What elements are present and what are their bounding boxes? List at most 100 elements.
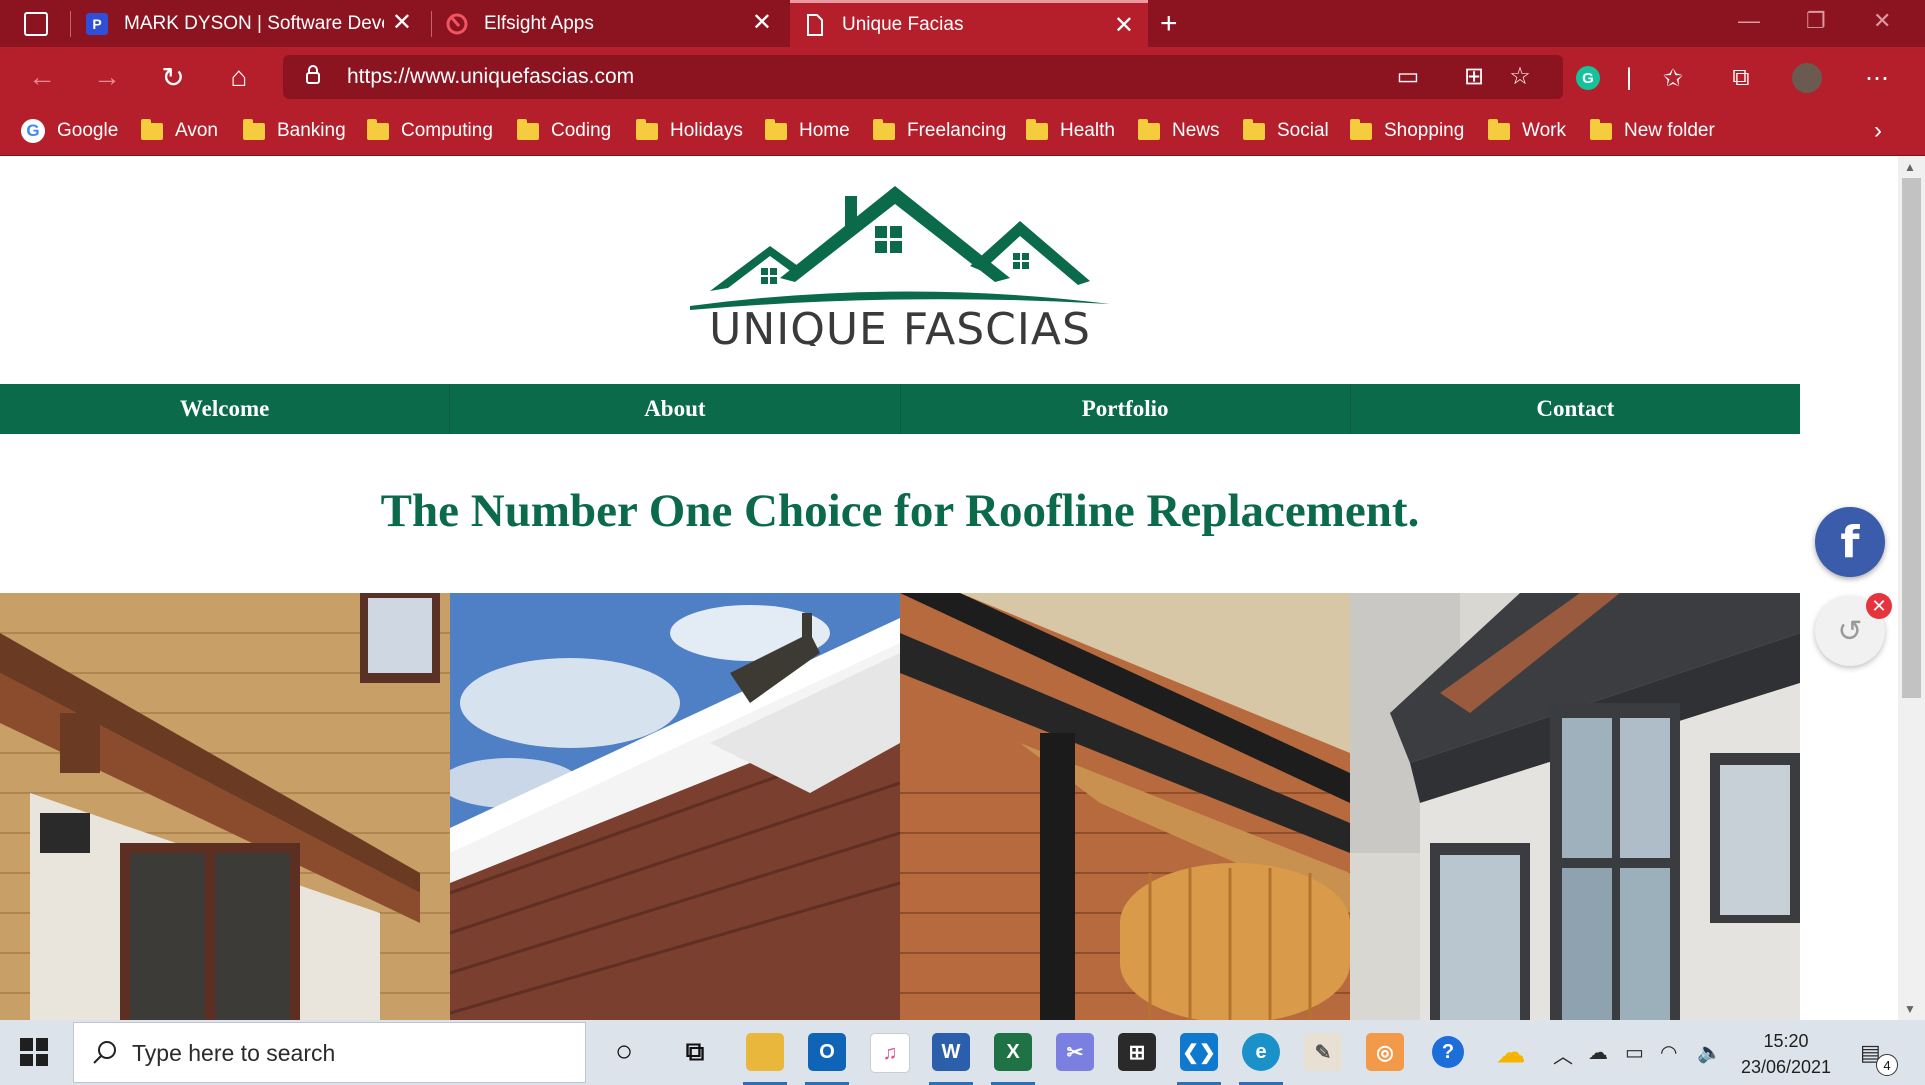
app-available-icon[interactable]: ▭ xyxy=(1393,61,1423,91)
bookmark-folder[interactable]: Home xyxy=(765,107,850,155)
nav-portfolio[interactable]: Portfolio xyxy=(901,384,1351,434)
taskbar-search[interactable]: Type here to search xyxy=(73,1022,586,1083)
photo-brown-fascia[interactable] xyxy=(0,593,450,1020)
help-icon[interactable]: ? xyxy=(1432,1036,1464,1068)
folder-icon xyxy=(1350,118,1372,140)
unique-fascias-logo[interactable]: UNIQUE FASCIAS xyxy=(690,186,1110,346)
folder-icon xyxy=(1026,118,1048,140)
minimize-icon[interactable]: — xyxy=(1738,8,1760,34)
folder-icon xyxy=(141,118,163,140)
bookmark-folder[interactable]: Health xyxy=(1026,107,1115,155)
back-icon[interactable]: ← xyxy=(25,60,59,94)
windows-taskbar: Type here to search ○ ⧉ O ♫ W X ✂ ⊞ ❮❯ e… xyxy=(0,1020,1925,1085)
scroll-thumb[interactable] xyxy=(1902,178,1921,698)
excel-icon[interactable]: X xyxy=(994,1033,1032,1071)
more-options-icon[interactable]: ⋯ xyxy=(1862,63,1892,93)
close-tab-icon[interactable]: ✕ xyxy=(1114,13,1134,39)
new-tab-button[interactable]: + xyxy=(1160,0,1196,47)
nav-about[interactable]: About xyxy=(450,384,901,434)
tab-mark-dyson[interactable]: P MARK DYSON | Software Develo ✕ xyxy=(86,0,426,47)
tab-actions-icon[interactable] xyxy=(24,12,48,36)
nav-contact[interactable]: Contact xyxy=(1351,384,1800,434)
page-scrollbar[interactable]: ▲ ▼ xyxy=(1898,156,1925,1020)
close-widget-icon[interactable]: ✕ xyxy=(1866,593,1892,619)
bookmark-folder[interactable]: Freelancing xyxy=(873,107,1006,155)
folder-icon xyxy=(1243,118,1265,140)
restore-icon[interactable]: ❐ xyxy=(1806,8,1826,34)
folder-icon xyxy=(517,118,539,140)
volume-icon[interactable]: 🔈 xyxy=(1697,1040,1722,1065)
page-viewport: UNIQUE FASCIAS Welcome About Portfolio C… xyxy=(0,156,1898,1020)
address-bar[interactable]: https://www.uniquefascias.com ▭ ⊞ ☆ xyxy=(283,55,1563,99)
bookmark-folder[interactable]: News xyxy=(1138,107,1220,155)
forward-icon[interactable]: → xyxy=(90,60,124,94)
cortana-icon[interactable]: ○ xyxy=(605,1033,643,1071)
url-text[interactable]: https://www.uniquefascias.com xyxy=(347,65,634,89)
file-explorer-icon[interactable] xyxy=(746,1033,784,1071)
extensions-icon[interactable]: ⊞ xyxy=(1459,61,1489,91)
bookmark-folder[interactable]: Banking xyxy=(243,107,346,155)
elfsight-icon xyxy=(446,13,468,35)
facebook-icon[interactable]: f xyxy=(1815,507,1885,577)
clock-date: 23/06/2021 xyxy=(1740,1057,1832,1077)
clock-time: 15:20 xyxy=(1763,1031,1809,1051)
photo-black-downpipe[interactable] xyxy=(900,593,1350,1020)
outlook-icon[interactable]: O xyxy=(808,1033,846,1071)
word-icon[interactable]: W xyxy=(932,1033,970,1071)
store-icon[interactable]: ⊞ xyxy=(1118,1033,1156,1071)
paint-icon[interactable]: ✎ xyxy=(1304,1033,1342,1071)
snipping-tool-icon[interactable]: ✂ xyxy=(1056,1033,1094,1071)
bookmark-folder[interactable]: Holidays xyxy=(636,107,743,155)
bookmarks-bar: G Google Avon Banking Computing Coding Ho… xyxy=(0,107,1925,156)
folder-icon xyxy=(1590,118,1612,140)
bookmark-folder[interactable]: Computing xyxy=(367,107,493,155)
task-view-icon[interactable]: ⧉ xyxy=(676,1033,714,1071)
collections-icon[interactable]: ⧉ xyxy=(1726,63,1756,93)
profile-avatar[interactable] xyxy=(1792,63,1822,93)
close-tab-icon[interactable]: ✕ xyxy=(752,10,772,36)
vscode-icon[interactable]: ❮❯ xyxy=(1180,1033,1218,1071)
folder-icon xyxy=(367,118,389,140)
bookmark-folder[interactable]: Social xyxy=(1243,107,1329,155)
itunes-icon[interactable]: ♫ xyxy=(870,1033,910,1073)
refresh-icon[interactable]: ↻ xyxy=(156,60,190,94)
battery-icon[interactable]: ▭ xyxy=(1625,1040,1644,1065)
home-icon[interactable]: ⌂ xyxy=(222,60,256,94)
photo-white-gutter[interactable] xyxy=(450,593,900,1020)
taskbar-clock[interactable]: 15:20 23/06/2021 xyxy=(1736,1028,1836,1080)
app-orange-icon[interactable]: ◎ xyxy=(1366,1033,1404,1071)
close-tab-icon[interactable]: ✕ xyxy=(392,10,412,36)
bookmark-folder[interactable]: Avon xyxy=(141,107,218,155)
edge-icon[interactable]: e xyxy=(1242,1033,1280,1071)
logo-text: UNIQUE FASCIAS xyxy=(709,304,1091,346)
notification-count-badge: 4 xyxy=(1876,1054,1898,1076)
tab-elfsight[interactable]: Elfsight Apps ✕ xyxy=(446,0,786,47)
nav-welcome[interactable]: Welcome xyxy=(0,384,451,434)
close-window-icon[interactable]: ✕ xyxy=(1873,8,1891,34)
onedrive-icon[interactable]: ☁ xyxy=(1588,1040,1608,1065)
page-icon xyxy=(804,14,826,36)
bookmarks-more-icon[interactable]: › xyxy=(1874,107,1882,155)
bookmark-folder[interactable]: Coding xyxy=(517,107,611,155)
windows-start-icon[interactable] xyxy=(20,1038,48,1066)
bookmark-folder[interactable]: New folder xyxy=(1590,107,1715,155)
grammarly-icon[interactable]: G xyxy=(1573,63,1603,93)
weather-icon[interactable]: ☁ xyxy=(1492,1033,1530,1071)
scroll-down-icon[interactable]: ▼ xyxy=(1904,1002,1916,1016)
wifi-icon[interactable]: ◠ xyxy=(1660,1040,1677,1065)
scroll-up-icon[interactable]: ▲ xyxy=(1904,160,1916,174)
folder-icon xyxy=(243,118,265,140)
tab-label: MARK DYSON | Software Develo xyxy=(124,12,384,34)
bookmark-google[interactable]: G Google xyxy=(21,107,118,155)
tab-unique-facias[interactable]: Unique Facias ✕ xyxy=(790,0,1148,47)
bookmark-folder[interactable]: Work xyxy=(1488,107,1566,155)
favorites-icon[interactable]: ✩ xyxy=(1658,63,1688,93)
tray-overflow-icon[interactable]: ︿ xyxy=(1553,1040,1573,1069)
add-favorite-icon[interactable]: ☆ xyxy=(1505,61,1535,91)
bookmark-folder[interactable]: Shopping xyxy=(1350,107,1464,155)
tab-separator xyxy=(431,11,432,37)
main-nav: Welcome About Portfolio Contact xyxy=(0,384,1800,434)
photo-anthracite-fascia[interactable] xyxy=(1350,593,1800,1020)
lock-icon[interactable] xyxy=(305,65,321,85)
google-icon: G xyxy=(21,119,45,143)
